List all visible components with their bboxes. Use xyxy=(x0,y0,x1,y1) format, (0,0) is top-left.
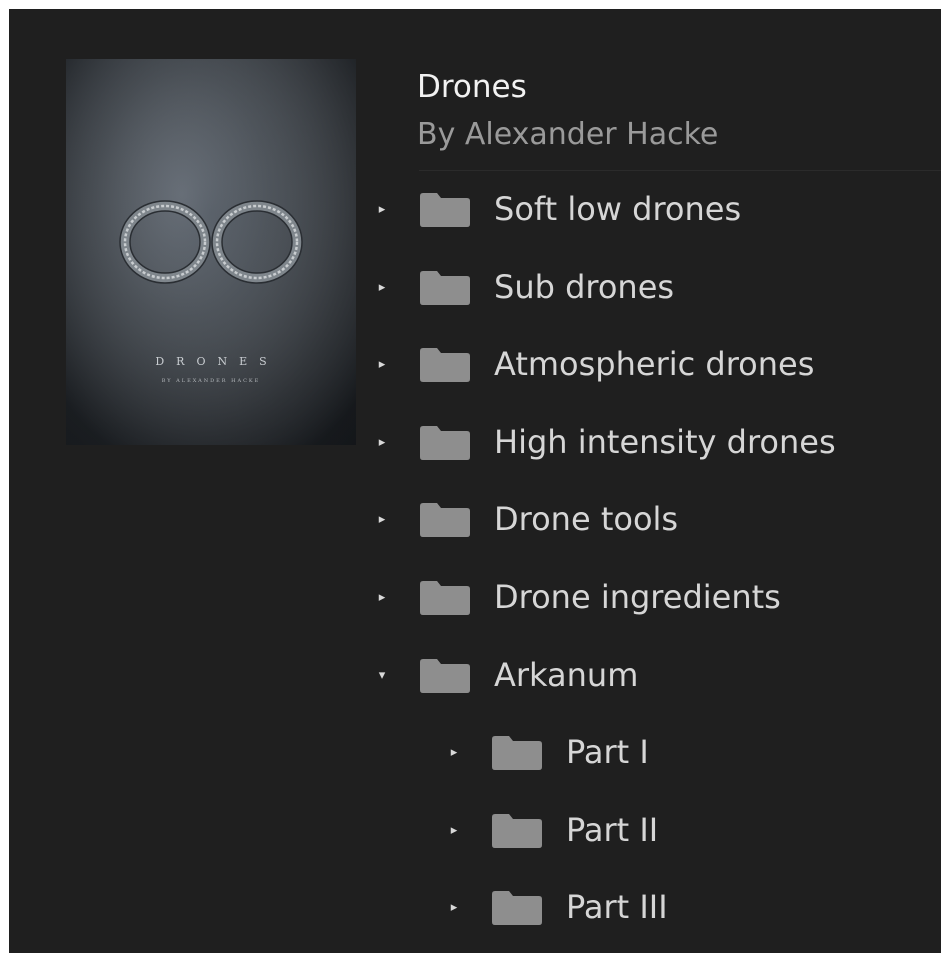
folder-icon xyxy=(492,814,542,848)
tree-row[interactable]: ▾ Arkanum xyxy=(9,637,941,714)
tree-row[interactable]: ▸ Sub drones xyxy=(9,249,941,326)
triangle-right-icon[interactable]: ▸ xyxy=(372,559,392,636)
tree-row-label: Soft low drones xyxy=(494,190,742,228)
tree-row[interactable]: ▸ Soft low drones xyxy=(9,171,941,248)
folder-icon xyxy=(420,426,470,460)
folder-icon xyxy=(420,348,470,382)
triangle-right-icon[interactable]: ▸ xyxy=(372,249,392,326)
library-browser-window: DRONES BY ALEXANDER HACKE Drones By Alex… xyxy=(9,9,941,953)
library-title: Drones xyxy=(417,69,527,105)
tree-row[interactable]: ▸ Part II xyxy=(9,792,941,869)
tree-row-label: Part I xyxy=(566,733,649,771)
tree-row[interactable]: ▸ Part III xyxy=(9,869,941,946)
triangle-right-icon[interactable]: ▸ xyxy=(372,171,392,248)
tree-row-label: Atmospheric drones xyxy=(494,345,815,383)
folder-icon xyxy=(492,736,542,770)
folder-icon xyxy=(420,581,470,615)
tree-row-label: Part III xyxy=(566,888,668,926)
folder-icon xyxy=(420,271,470,305)
triangle-right-icon[interactable]: ▸ xyxy=(372,326,392,403)
tree-row-label: Drone tools xyxy=(494,500,679,538)
tree-row-label: High intensity drones xyxy=(494,423,836,461)
library-author: By Alexander Hacke xyxy=(417,117,719,152)
tree-row[interactable]: ▸ Drone ingredients xyxy=(9,559,941,636)
triangle-right-icon[interactable]: ▸ xyxy=(372,404,392,481)
tree-row[interactable]: ▸ High intensity drones xyxy=(9,404,941,481)
tree-row[interactable]: ▸ Drone tools xyxy=(9,481,941,558)
tree-row-label: Drone ingredients xyxy=(494,578,781,616)
triangle-right-icon[interactable]: ▸ xyxy=(444,792,464,869)
tree-row-label: Sub drones xyxy=(494,268,675,306)
tree-row[interactable]: ▸ Part I xyxy=(9,714,941,791)
tree-row-label: Arkanum xyxy=(494,656,639,694)
triangle-right-icon[interactable]: ▸ xyxy=(372,481,392,558)
tree-row[interactable]: ▸ Atmospheric drones xyxy=(9,326,941,403)
tree-row-label: Part II xyxy=(566,811,659,849)
triangle-right-icon[interactable]: ▸ xyxy=(444,869,464,946)
folder-icon xyxy=(420,193,470,227)
folder-icon xyxy=(420,503,470,537)
triangle-down-icon[interactable]: ▾ xyxy=(372,637,392,714)
folder-icon xyxy=(492,891,542,925)
folder-icon xyxy=(420,659,470,693)
triangle-right-icon[interactable]: ▸ xyxy=(444,714,464,791)
